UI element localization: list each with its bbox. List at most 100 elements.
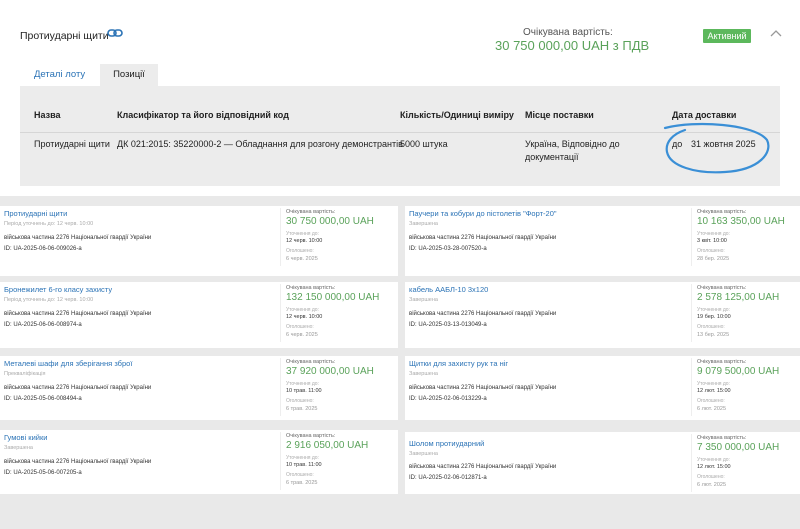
result-date-clarify: 3 квіт. 10:00 xyxy=(697,238,727,244)
result-id: ID: UA-2025-05-06-008494-a xyxy=(4,396,82,402)
result-label-clarify: Уточнення до: xyxy=(286,381,319,387)
header-classifier: Класифікатор та його відповідний код xyxy=(117,110,289,120)
result-label-announced: Оголошено: xyxy=(697,324,725,330)
result-price-caption: Очікувана вартість: xyxy=(286,433,336,439)
result-label-clarify: Уточнення до: xyxy=(697,231,730,237)
card-divider xyxy=(691,434,692,492)
link-icon[interactable] xyxy=(107,27,123,39)
result-organization: військова частина 2276 Національної гвар… xyxy=(409,235,557,241)
result-label-announced: Оголошено: xyxy=(697,474,725,480)
result-date-announced: 6 лют. 2025 xyxy=(697,406,727,412)
result-status: Прекваліфікація xyxy=(4,371,46,377)
result-label-clarify: Уточнення до: xyxy=(286,231,319,237)
card-divider xyxy=(280,358,281,416)
result-price-caption: Очікувана вартість: xyxy=(286,359,336,365)
result-price: 10 163 350,00 UAH xyxy=(697,216,785,227)
result-card[interactable]: Металеві шафи для зберігання зброї Прекв… xyxy=(0,356,398,420)
result-organization: військова частина 2276 Національної гвар… xyxy=(409,464,557,470)
result-title[interactable]: Паучери та кобури до пістолетів "Форт-20… xyxy=(409,209,557,218)
result-price-caption: Очікувана вартість: xyxy=(286,285,336,291)
result-label-announced: Оголошено: xyxy=(697,398,725,404)
result-date-announced: 13 бер. 2025 xyxy=(697,332,730,338)
result-id: ID: UA-2025-06-06-009026-a xyxy=(4,246,82,252)
result-title[interactable]: Гумові кийки xyxy=(4,433,47,442)
result-title[interactable]: Металеві шафи для зберігання зброї xyxy=(4,359,132,368)
result-date-announced: 6 лют. 2025 xyxy=(697,482,727,488)
result-title[interactable]: Шолом протиударний xyxy=(409,439,484,448)
result-price-caption: Очікувана вартість: xyxy=(697,435,747,441)
header-place: Місце поставки xyxy=(525,110,594,120)
result-card[interactable]: Бронежилет 6-го класу захисту Період уто… xyxy=(0,282,398,348)
card-divider xyxy=(691,358,692,416)
result-id: ID: UA-2025-02-06-013229-a xyxy=(409,396,487,402)
result-label-announced: Оголошено: xyxy=(286,398,314,404)
result-date-clarify: 12 черв. 10:00 xyxy=(286,238,323,244)
result-price: 37 920 000,00 UAH xyxy=(286,366,374,377)
result-organization: військова частина 2276 Національної гвар… xyxy=(4,311,152,317)
result-status: Завершена xyxy=(409,221,438,227)
result-card[interactable]: Щитки для захисту рук та ніг Завершена в… xyxy=(405,356,800,420)
result-date-announced: 6 черв. 2025 xyxy=(286,256,318,262)
result-label-clarify: Уточнення до: xyxy=(697,457,730,463)
cell-name: Протиударні щити xyxy=(34,139,110,149)
result-price: 2 916 050,00 UAH xyxy=(286,440,369,451)
result-price-caption: Очікувана вартість: xyxy=(286,209,336,215)
result-date-announced: 6 трав. 2025 xyxy=(286,406,318,412)
result-card[interactable]: кабель ААБЛ-10 3х120 Завершена військова… xyxy=(405,282,800,348)
result-title[interactable]: Протиударні щити xyxy=(4,209,67,218)
card-divider xyxy=(691,284,692,342)
result-price: 30 750 000,00 UAH xyxy=(286,216,374,227)
result-label-clarify: Уточнення до: xyxy=(697,381,730,387)
status-badge: Активний xyxy=(703,29,751,43)
result-price-caption: Очікувана вартість: xyxy=(697,209,747,215)
chevron-up-icon[interactable] xyxy=(768,27,784,39)
result-organization: військова частина 2276 Національної гвар… xyxy=(4,385,152,391)
lot-title: Протиударні щити xyxy=(20,30,109,42)
result-label-clarify: Уточнення до: xyxy=(697,307,730,313)
result-price: 9 079 500,00 UAH xyxy=(697,366,780,377)
result-date-clarify: 12 лют. 15:00 xyxy=(697,388,731,394)
result-date-clarify: 12 черв. 10:00 xyxy=(286,314,323,320)
card-divider xyxy=(280,432,281,490)
result-organization: військова частина 2276 Національної гвар… xyxy=(4,459,152,465)
result-date-clarify: 19 бер. 10:00 xyxy=(697,314,731,320)
result-date-announced: 28 бер. 2025 xyxy=(697,256,730,262)
result-title[interactable]: кабель ААБЛ-10 3х120 xyxy=(409,285,488,294)
card-divider xyxy=(280,284,281,342)
result-label-announced: Оголошено: xyxy=(286,472,314,478)
result-id: ID: UA-2025-05-06-007205-a xyxy=(4,470,82,476)
cell-classifier: ДК 021:2015: 35220000-2 — Обладнання для… xyxy=(117,139,403,149)
result-card[interactable]: Шолом протиударний Завершена військова ч… xyxy=(405,432,800,494)
result-id: ID: UA-2025-03-13-013049-a xyxy=(409,322,487,328)
cell-place-line1: Україна, Відповідно до xyxy=(525,139,620,149)
result-price: 7 350 000,00 UAH xyxy=(697,442,780,453)
result-card[interactable]: Паучери та кобури до пістолетів "Форт-20… xyxy=(405,206,800,276)
result-date-announced: 6 черв. 2025 xyxy=(286,332,318,338)
cell-quantity: 5000 штука xyxy=(400,139,448,149)
lot-price-caption: Очікувана вартість: xyxy=(523,27,613,38)
result-title[interactable]: Бронежилет 6-го класу захисту xyxy=(4,285,112,294)
result-card[interactable]: Гумові кийки Завершена військова частина… xyxy=(0,430,398,494)
header-quantity: Кількість/Одиниці виміру xyxy=(400,110,514,120)
result-label-announced: Оголошено: xyxy=(697,248,725,254)
handdrawn-circle xyxy=(663,122,770,174)
card-divider xyxy=(691,208,692,266)
result-date-announced: 6 трав. 2025 xyxy=(286,480,318,486)
tab-positions[interactable]: Позиції xyxy=(100,64,158,86)
result-price: 2 578 125,00 UAH xyxy=(697,292,780,303)
result-title[interactable]: Щитки для захисту рук та ніг xyxy=(409,359,508,368)
tab-lot-details[interactable]: Деталі лоту xyxy=(26,64,93,86)
result-organization: військова частина 2276 Національної гвар… xyxy=(409,311,557,317)
result-price-caption: Очікувана вартість: xyxy=(697,285,747,291)
result-id: ID: UA-2025-06-06-008974-a xyxy=(4,322,82,328)
result-status: Період уточнень до: 12 черв. 10:00 xyxy=(4,297,94,303)
result-price-caption: Очікувана вартість: xyxy=(697,359,747,365)
result-status: Завершена xyxy=(409,451,438,457)
result-status: Завершена xyxy=(4,445,33,451)
result-label-clarify: Уточнення до: xyxy=(286,455,319,461)
card-divider xyxy=(280,208,281,266)
result-date-clarify: 10 трав. 11:00 xyxy=(286,388,322,394)
result-card[interactable]: Протиударні щити Період уточнень до: 12 … xyxy=(0,206,398,276)
result-status: Період уточнень до: 12 черв. 10:00 xyxy=(4,221,94,227)
result-organization: військова частина 2276 Національної гвар… xyxy=(409,385,557,391)
